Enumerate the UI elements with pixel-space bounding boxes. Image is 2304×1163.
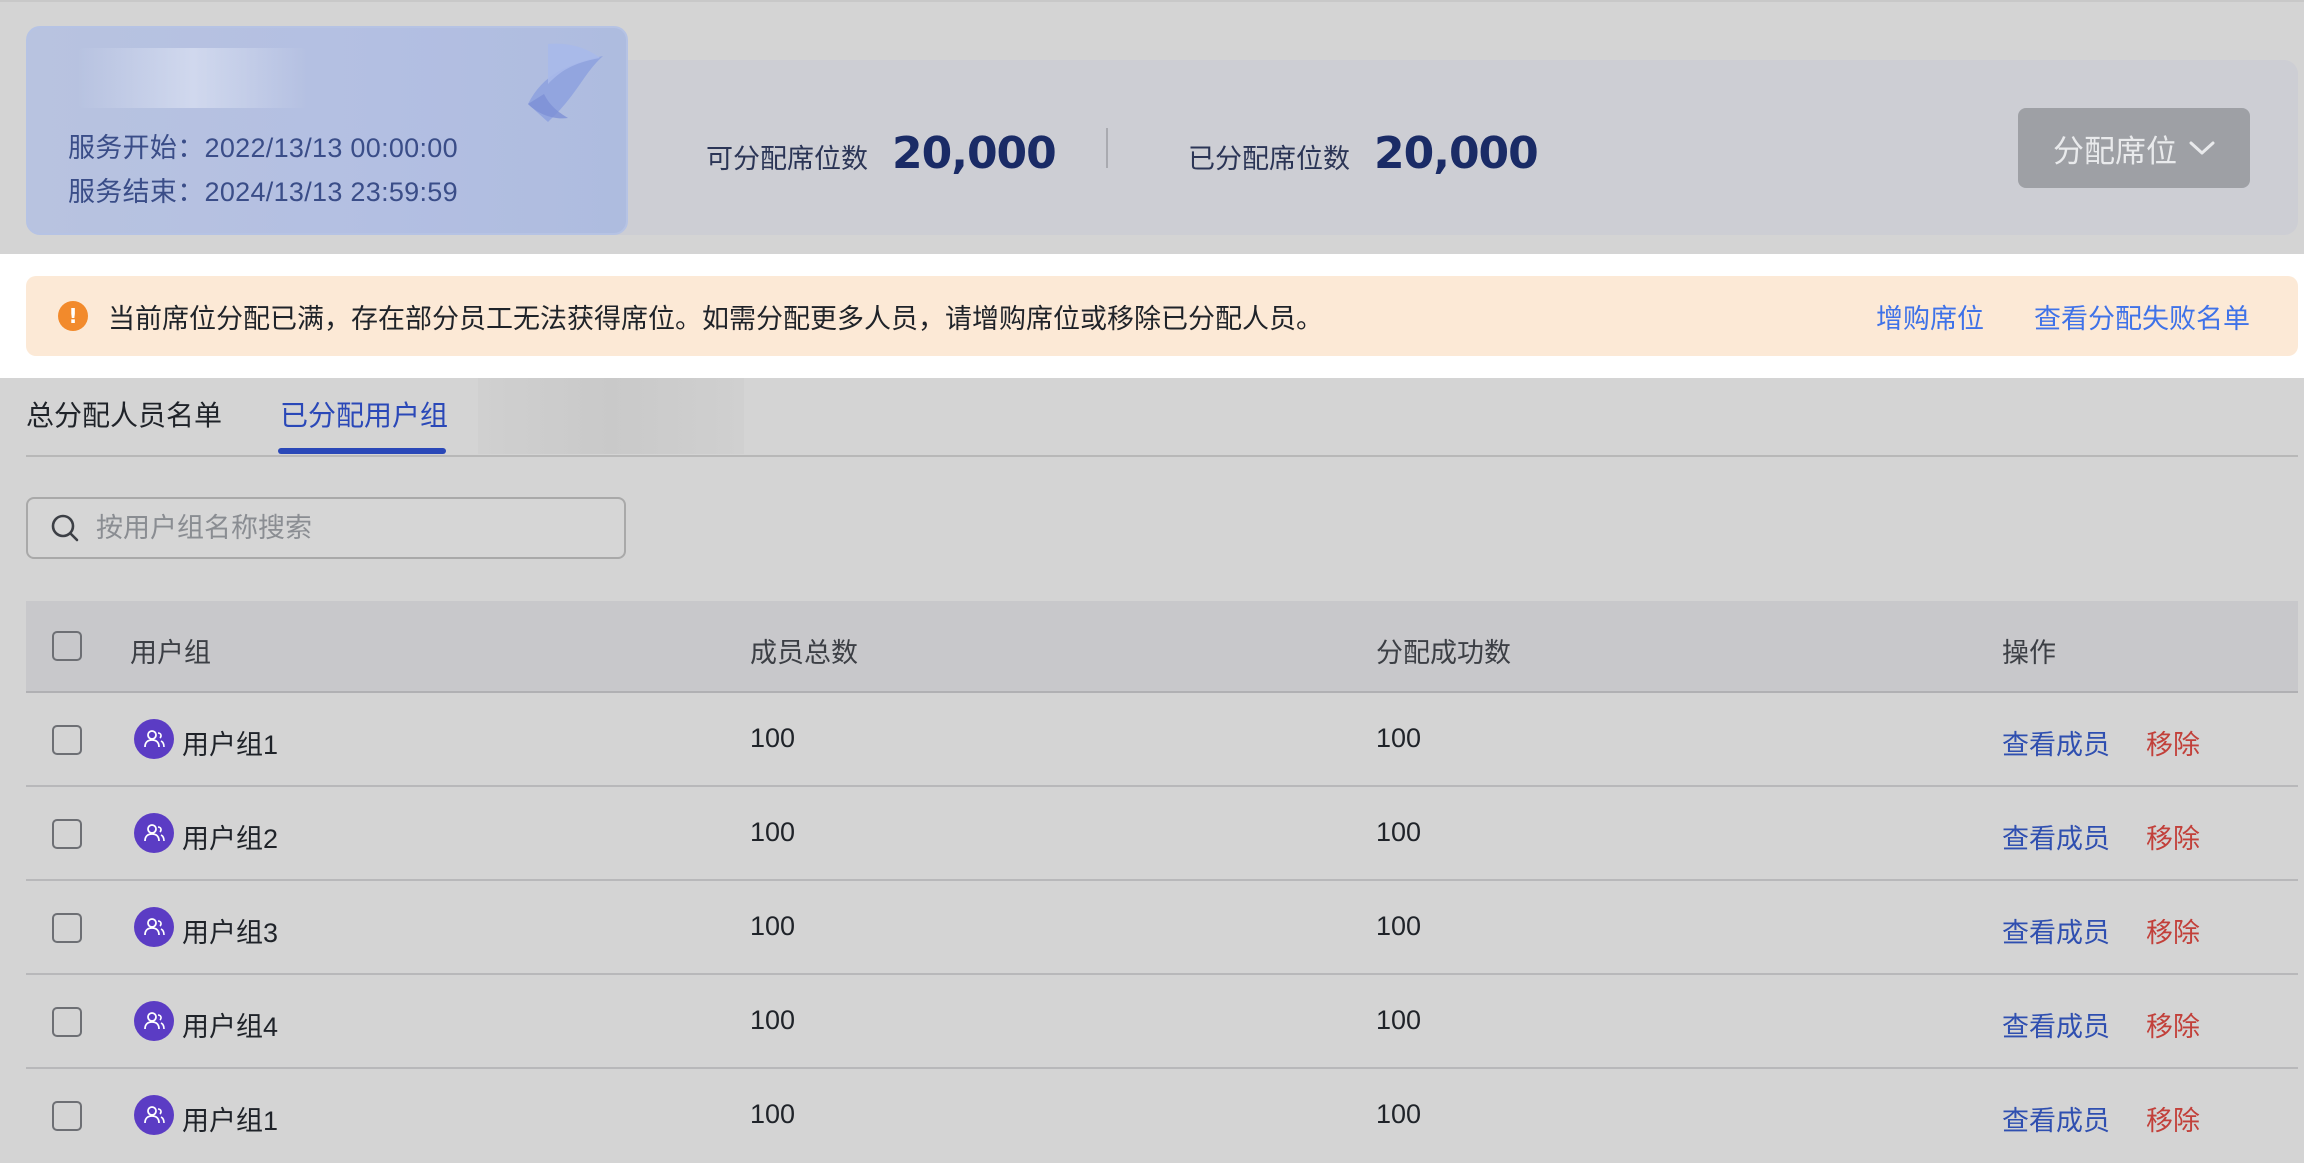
group-search-field[interactable] [26, 497, 626, 559]
member-total: 100 [750, 1005, 796, 1035]
view-members-link[interactable]: 查看成员 [2002, 1005, 2110, 1044]
warning-icon: ! [58, 301, 88, 331]
table-header-row: 用户组 成员总数 分配成功数 操作 [26, 601, 2298, 693]
view-members-link[interactable]: 查看成员 [2002, 1099, 2110, 1138]
table-row: 用户组2 100 100 查看成员 移除 [26, 787, 2298, 881]
success-count: 100 [1376, 1099, 1422, 1129]
assigned-seats-value: 20,000 [1374, 128, 1539, 179]
remove-link[interactable]: 移除 [2146, 817, 2200, 856]
user-group-icon [134, 813, 174, 853]
table-row: 用户组3 100 100 查看成员 移除 [26, 881, 2298, 975]
chevron-down-icon [2189, 141, 2215, 155]
group-name: 用户组1 [182, 1106, 279, 1136]
row-checkbox[interactable] [52, 725, 82, 755]
member-total: 100 [750, 911, 796, 941]
assign-seats-label: 分配席位 [2053, 133, 2177, 169]
view-members-link[interactable]: 查看成员 [2002, 723, 2110, 762]
header-success-count: 分配成功数 [1376, 638, 1511, 668]
user-group-icon [134, 907, 174, 947]
select-all-checkbox[interactable] [52, 631, 82, 661]
user-group-icon [134, 719, 174, 759]
user-group-icon [134, 1001, 174, 1041]
tabs-divider [26, 455, 2298, 457]
blurred-tab [478, 378, 744, 454]
row-checkbox[interactable] [52, 1101, 82, 1131]
assignable-seats-stat: 可分配席位数 20,000 [706, 128, 1057, 179]
group-name: 用户组3 [182, 918, 279, 948]
header-member-total: 成员总数 [750, 638, 858, 668]
buy-seats-link[interactable]: 增购席位 [1876, 297, 1984, 336]
service-start-text: 服务开始：2022/13/13 00:00:00 [68, 133, 458, 163]
remove-link[interactable]: 移除 [2146, 723, 2200, 762]
group-search-input[interactable] [94, 511, 598, 545]
view-members-link[interactable]: 查看成员 [2002, 911, 2110, 950]
active-tab-indicator [278, 448, 446, 454]
assignable-seats-label: 可分配席位数 [706, 144, 868, 174]
list-tabs: 总分配人员名单 已分配用户组 [0, 378, 2304, 456]
member-total: 100 [750, 1099, 796, 1129]
blurred-product-name [78, 48, 308, 108]
view-failed-list-link[interactable]: 查看分配失败名单 [2034, 297, 2250, 336]
member-total: 100 [750, 723, 796, 753]
header-user-group: 用户组 [130, 638, 211, 668]
tab-all-assigned-members[interactable]: 总分配人员名单 [26, 394, 222, 434]
assignable-seats-value: 20,000 [892, 128, 1057, 179]
assigned-seats-stat: 已分配席位数 20,000 [1188, 128, 1539, 179]
table-row: 用户组1 100 100 查看成员 移除 [26, 693, 2298, 787]
success-count: 100 [1376, 911, 1422, 941]
group-name: 用户组2 [182, 824, 279, 854]
service-period-card: 服务开始：2022/13/13 00:00:00 服务结束：2024/13/13… [26, 26, 628, 235]
remove-link[interactable]: 移除 [2146, 911, 2200, 950]
table-row: 用户组1 100 100 查看成员 移除 [26, 1069, 2298, 1163]
row-checkbox[interactable] [52, 1007, 82, 1037]
success-count: 100 [1376, 817, 1422, 847]
tab-assigned-user-groups[interactable]: 已分配用户组 [280, 394, 448, 434]
member-total: 100 [750, 817, 796, 847]
assign-seats-button[interactable]: 分配席位 [2018, 108, 2250, 188]
alert-message: 当前席位分配已满，存在部分员工无法获得席位。如需分配更多人员，请增购席位或移除已… [108, 303, 1323, 334]
window-top-edge [0, 0, 2304, 2]
remove-link[interactable]: 移除 [2146, 1099, 2200, 1138]
success-count: 100 [1376, 1005, 1422, 1035]
assigned-seats-label: 已分配席位数 [1188, 144, 1350, 174]
seat-full-alert: ! 当前席位分配已满，存在部分员工无法获得席位。如需分配更多人员，请增购席位或移… [26, 276, 2298, 356]
group-name: 用户组1 [182, 730, 279, 760]
header-actions: 操作 [2002, 638, 2056, 668]
remove-link[interactable]: 移除 [2146, 1005, 2200, 1044]
user-group-icon [134, 1095, 174, 1135]
row-checkbox[interactable] [52, 913, 82, 943]
group-name: 用户组4 [182, 1012, 279, 1042]
success-count: 100 [1376, 723, 1422, 753]
service-end-text: 服务结束：2024/13/13 23:59:59 [68, 177, 458, 207]
table-row: 用户组4 100 100 查看成员 移除 [26, 975, 2298, 1069]
decorative-wing-icon [528, 43, 603, 122]
search-icon [51, 514, 79, 542]
row-checkbox[interactable] [52, 819, 82, 849]
view-members-link[interactable]: 查看成员 [2002, 817, 2110, 856]
stats-divider [1106, 128, 1108, 168]
